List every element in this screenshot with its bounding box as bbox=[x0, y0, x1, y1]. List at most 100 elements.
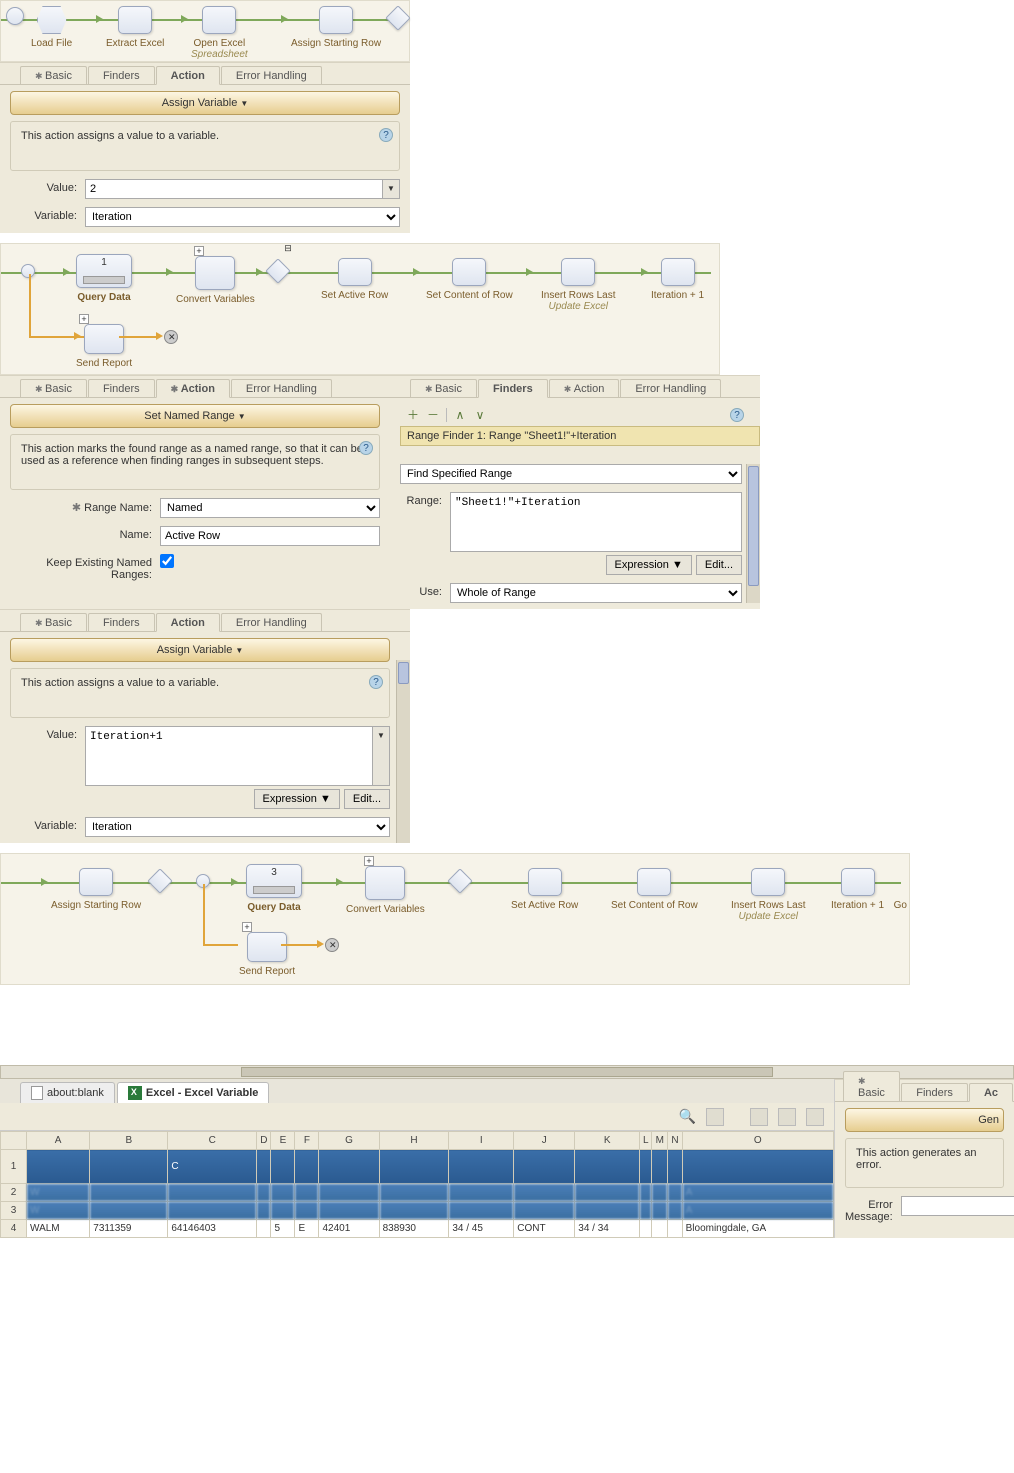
expand-icon[interactable]: + bbox=[364, 856, 374, 866]
action-type-dropdown[interactable]: Assign Variable▼ bbox=[10, 638, 390, 662]
iteration-plus-1-node[interactable] bbox=[661, 258, 695, 286]
tab-basic[interactable]: Basic bbox=[843, 1071, 900, 1101]
col-header[interactable]: H bbox=[379, 1132, 449, 1150]
tab-action[interactable]: Action bbox=[156, 66, 220, 85]
col-header[interactable]: E bbox=[271, 1132, 295, 1150]
row-header[interactable]: 3 bbox=[1, 1202, 27, 1220]
assign-starting-row-node[interactable] bbox=[79, 868, 113, 896]
tab-error-handling[interactable]: Error Handling bbox=[620, 379, 721, 397]
action-type-dropdown[interactable]: Set Named Range▼ bbox=[10, 404, 380, 428]
expression-dropdown[interactable]: Expression ▼ bbox=[606, 555, 692, 575]
load-file-node[interactable] bbox=[37, 6, 67, 34]
help-icon[interactable]: ? bbox=[369, 675, 383, 689]
query-data-node[interactable]: 3 bbox=[246, 864, 302, 898]
select-all-cell[interactable] bbox=[1, 1132, 27, 1150]
col-header[interactable]: K bbox=[575, 1132, 640, 1150]
expand-icon[interactable]: + bbox=[194, 246, 204, 256]
vertical-scrollbar[interactable] bbox=[396, 660, 410, 843]
collapse-icon[interactable]: ⊟ bbox=[283, 244, 293, 254]
open-excel-node[interactable] bbox=[202, 6, 236, 34]
col-header[interactable]: I bbox=[449, 1132, 514, 1150]
tool-icon-1[interactable] bbox=[706, 1108, 724, 1126]
col-header[interactable]: O bbox=[682, 1132, 833, 1150]
row-header[interactable]: 1 bbox=[1, 1150, 27, 1184]
vertical-scrollbar[interactable] bbox=[746, 464, 760, 603]
action-type-dropdown[interactable]: Gen bbox=[845, 1108, 1004, 1132]
value-input[interactable] bbox=[85, 179, 383, 199]
tab-finders[interactable]: Finders bbox=[478, 379, 548, 398]
range-name-select[interactable]: Named bbox=[160, 498, 380, 518]
add-icon[interactable]: ＋ bbox=[406, 408, 420, 422]
expand-icon[interactable]: + bbox=[242, 922, 252, 932]
expression-dropdown[interactable]: Expression ▼ bbox=[254, 789, 340, 809]
send-report-node[interactable] bbox=[84, 324, 124, 354]
end-node[interactable]: ✕ bbox=[164, 330, 178, 344]
tab-finders[interactable]: Finders bbox=[88, 379, 155, 397]
value-dropdown-icon[interactable]: ▼ bbox=[382, 179, 400, 199]
edit-button[interactable]: Edit... bbox=[344, 789, 390, 809]
tab-error-handling[interactable]: Error Handling bbox=[231, 379, 332, 397]
remove-icon[interactable]: － bbox=[426, 408, 440, 422]
insert-rows-last-node[interactable] bbox=[751, 868, 785, 896]
tab-finders[interactable]: Finders bbox=[88, 613, 155, 631]
use-select[interactable]: Whole of Range bbox=[450, 583, 742, 603]
tab-action[interactable]: Action bbox=[549, 379, 620, 397]
iteration-plus-1-node[interactable] bbox=[841, 868, 875, 896]
row-header[interactable]: 2 bbox=[1, 1184, 27, 1202]
branch-node[interactable] bbox=[151, 872, 169, 894]
col-header[interactable]: G bbox=[319, 1132, 379, 1150]
variable-select[interactable]: Iteration bbox=[85, 817, 390, 837]
down-icon[interactable]: ∨ bbox=[473, 408, 487, 422]
expand-icon[interactable]: + bbox=[79, 314, 89, 324]
col-header[interactable]: A bbox=[27, 1132, 90, 1150]
tab-action[interactable]: Ac bbox=[969, 1083, 1013, 1102]
end-node[interactable]: ✕ bbox=[325, 938, 339, 952]
tool-icon-4[interactable] bbox=[806, 1108, 824, 1126]
set-active-row-node[interactable] bbox=[338, 258, 372, 286]
col-header[interactable]: F bbox=[295, 1132, 319, 1150]
branch-node[interactable] bbox=[269, 262, 287, 284]
file-tab-blank[interactable]: about:blank bbox=[20, 1082, 115, 1103]
action-type-dropdown[interactable]: Assign Variable▼ bbox=[10, 91, 400, 115]
tab-basic[interactable]: Basic bbox=[20, 613, 87, 631]
tab-finders[interactable]: Finders bbox=[901, 1083, 968, 1101]
set-content-row-node[interactable] bbox=[637, 868, 671, 896]
spreadsheet-grid[interactable]: A B C D E F G H I J K L M N O 1 C bbox=[0, 1131, 834, 1238]
row-header[interactable]: 4 bbox=[1, 1220, 27, 1238]
extract-excel-node[interactable] bbox=[118, 6, 152, 34]
col-header[interactable]: B bbox=[90, 1132, 168, 1150]
send-report-node[interactable] bbox=[247, 932, 287, 962]
set-active-row-node[interactable] bbox=[528, 868, 562, 896]
col-header[interactable]: C bbox=[168, 1132, 257, 1150]
col-header[interactable]: N bbox=[668, 1132, 682, 1150]
tool-icon-3[interactable] bbox=[778, 1108, 796, 1126]
branch-node[interactable] bbox=[389, 9, 407, 31]
start-branch[interactable] bbox=[21, 264, 35, 282]
col-header[interactable]: D bbox=[257, 1132, 271, 1150]
tab-error-handling[interactable]: Error Handling bbox=[221, 66, 322, 84]
convert-variables-node[interactable] bbox=[365, 866, 405, 900]
help-icon[interactable]: ? bbox=[359, 441, 373, 455]
value-expression-input[interactable]: Iteration+1 bbox=[85, 726, 373, 786]
col-header[interactable]: L bbox=[640, 1132, 652, 1150]
up-icon[interactable]: ∧ bbox=[453, 408, 467, 422]
query-data-node[interactable]: 1 bbox=[76, 254, 132, 288]
zoom-icon[interactable]: 🔍 bbox=[679, 1108, 696, 1125]
file-tab-excel[interactable]: Excel - Excel Variable bbox=[117, 1082, 270, 1103]
tab-action[interactable]: Action bbox=[156, 613, 220, 632]
tab-basic[interactable]: Basic bbox=[20, 66, 87, 84]
range-expression-input[interactable]: "Sheet1!"+Iteration bbox=[450, 492, 742, 552]
value-dropdown-icon[interactable]: ▼ bbox=[372, 726, 390, 786]
tab-basic[interactable]: Basic bbox=[20, 379, 87, 397]
tab-error-handling[interactable]: Error Handling bbox=[221, 613, 322, 631]
tab-action[interactable]: Action bbox=[156, 379, 230, 398]
help-icon[interactable]: ? bbox=[379, 128, 393, 142]
range-finder-header[interactable]: Range Finder 1: Range "Sheet1!"+Iteratio… bbox=[400, 426, 760, 446]
convert-variables-node[interactable] bbox=[195, 256, 235, 290]
col-header[interactable]: J bbox=[514, 1132, 575, 1150]
start-node[interactable] bbox=[6, 7, 24, 29]
tab-finders[interactable]: Finders bbox=[88, 66, 155, 84]
assign-starting-row-node[interactable] bbox=[319, 6, 353, 34]
branch-node[interactable] bbox=[451, 872, 469, 894]
help-icon[interactable]: ? bbox=[730, 408, 744, 422]
